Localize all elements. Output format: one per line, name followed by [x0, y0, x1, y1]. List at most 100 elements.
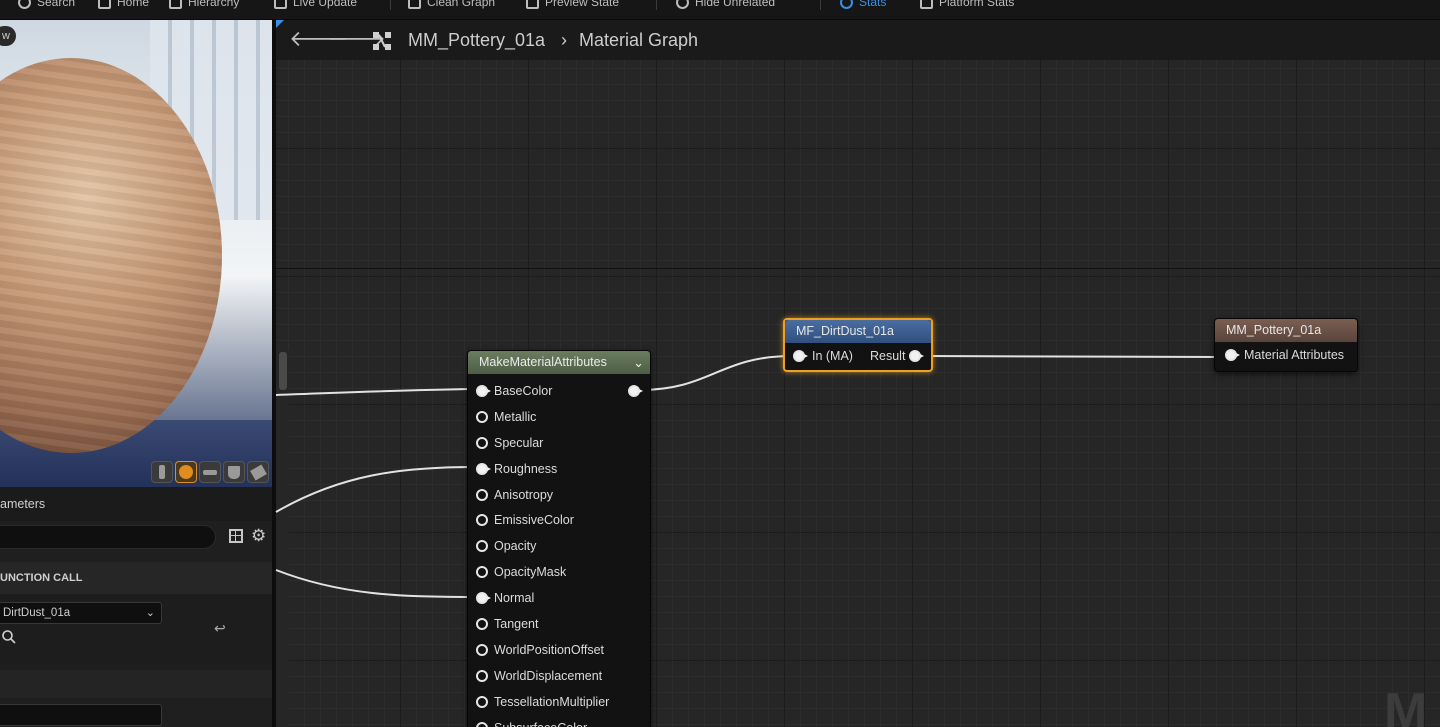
- cylinder-shape-button[interactable]: [151, 461, 173, 483]
- make-material-attributes-node[interactable]: MakeMaterialAttributes ⌄ BaseColor Metal…: [467, 350, 651, 727]
- input-pin-label: In (MA): [812, 349, 853, 363]
- pin-metallic[interactable]: Metallic: [468, 404, 650, 430]
- input-pin-icon[interactable]: [476, 592, 491, 605]
- toolbar-clean-graph-button[interactable]: Clean Graph: [408, 0, 495, 10]
- pin-opacity[interactable]: Opacity: [468, 533, 650, 559]
- pin-label: TessellationMultiplier: [494, 694, 610, 709]
- parameters-search-input[interactable]: [0, 525, 216, 549]
- breadcrumb-graph[interactable]: Material Graph: [579, 29, 698, 51]
- toolbar-platform-stats-button[interactable]: Platform Stats: [920, 0, 1014, 10]
- scrollbar-thumb[interactable]: [279, 352, 287, 390]
- input-pin-icon[interactable]: [476, 721, 488, 727]
- dirt-dust-function-node[interactable]: MF_DirtDust_01a In (MA) Result: [783, 318, 933, 372]
- pin-tessellationmultiplier[interactable]: TessellationMultiplier: [468, 689, 650, 715]
- node-header[interactable]: MF_DirtDust_01a: [785, 320, 931, 343]
- chevron-down-icon: ⌄: [145, 607, 155, 619]
- pin-worlddisplacement[interactable]: WorldDisplacement: [468, 663, 650, 689]
- pin-label: SubsurfaceColor: [494, 715, 587, 727]
- chevron-down-icon[interactable]: ⌄: [633, 351, 644, 374]
- stats-icon: [840, 0, 853, 9]
- pin-worldpositionoffset[interactable]: WorldPositionOffset: [468, 637, 650, 663]
- pin-roughness[interactable]: Roughness: [468, 456, 650, 482]
- breadcrumb-asset[interactable]: MM_Pottery_01a: [408, 29, 545, 51]
- input-pin-icon[interactable]: [476, 669, 488, 682]
- input-pin-icon[interactable]: [476, 618, 488, 631]
- input-pin-label: Material Attributes: [1244, 348, 1345, 362]
- pin-specular[interactable]: Specular: [468, 430, 650, 456]
- pin-label: Roughness: [494, 461, 558, 476]
- teapot-icon: [249, 463, 267, 481]
- toolbar-label: Hierarchy: [188, 0, 240, 9]
- material-output-node[interactable]: MM_Pottery_01a Material Attributes: [1214, 318, 1358, 372]
- toolbar-label: Clean Graph: [427, 0, 496, 9]
- toolbar-label: Search: [37, 0, 76, 9]
- toolbar-hierarchy-button[interactable]: Hierarchy: [169, 0, 239, 10]
- table-view-icon[interactable]: [229, 529, 243, 543]
- input-pin-icon[interactable]: [476, 385, 491, 397]
- node-header[interactable]: MM_Pottery_01a: [1215, 319, 1357, 342]
- platform-stats-icon: [920, 0, 933, 9]
- property-input[interactable]: [0, 704, 162, 726]
- input-pin-icon[interactable]: [793, 350, 808, 362]
- input-pin-icon[interactable]: [476, 643, 488, 656]
- graph-scrollbar[interactable]: [277, 350, 289, 727]
- pin-anisotropy[interactable]: Anisotropy: [468, 482, 650, 508]
- parameters-tab[interactable]: ameters: [0, 487, 272, 521]
- hide-unrelated-icon: [676, 0, 689, 9]
- pin-label: WorldPositionOffset: [494, 642, 605, 657]
- material-graph-canvas[interactable]: [276, 20, 1440, 727]
- cube-shape-button[interactable]: [223, 461, 245, 483]
- input-pin-icon[interactable]: [476, 514, 488, 527]
- toolbar-home-button[interactable]: Home: [98, 0, 149, 10]
- output-pin-icon[interactable]: [628, 385, 643, 397]
- toolbar-preview-state-button[interactable]: Preview State: [526, 0, 619, 10]
- pin-label: Opacity: [494, 539, 537, 554]
- reset-arrow-icon[interactable]: ↩: [214, 620, 226, 637]
- input-pin-icon[interactable]: [476, 540, 488, 553]
- plane-icon: [203, 469, 217, 475]
- pin-normal[interactable]: Normal: [468, 585, 650, 611]
- search-icon: [18, 0, 31, 9]
- toolbar-search-button[interactable]: Search: [18, 0, 75, 10]
- breadcrumb-chevron-icon: ›: [561, 30, 567, 50]
- settings-gear-icon[interactable]: ⚙: [251, 526, 266, 546]
- input-pin-icon[interactable]: [476, 410, 488, 423]
- preview-state-icon: [526, 0, 539, 9]
- viewport-tab[interactable]: w: [0, 26, 16, 46]
- input-pin-icon[interactable]: [476, 436, 488, 449]
- pin-tangent[interactable]: Tangent: [468, 611, 650, 637]
- output-pin-icon[interactable]: [909, 350, 924, 362]
- node-header[interactable]: MakeMaterialAttributes ⌄: [468, 351, 650, 374]
- toolbar-label: Platform Stats: [939, 0, 1015, 9]
- toolbar-hide-unrelated-button[interactable]: Hide Unrelated: [676, 0, 775, 10]
- pin-label: WorldDisplacement: [494, 668, 603, 683]
- toolbar-stats-button[interactable]: Stats: [840, 0, 886, 10]
- sphere-shape-button[interactable]: [175, 461, 197, 483]
- plane-shape-button[interactable]: [199, 461, 221, 483]
- function-call-section-header[interactable]: UNCTION CALL: [0, 562, 272, 594]
- browse-search-icon[interactable]: [2, 630, 16, 644]
- pin-emissivecolor[interactable]: EmissiveColor: [468, 507, 650, 533]
- sphere-icon: [179, 465, 193, 479]
- pin-label: Metallic: [494, 409, 537, 424]
- graph-hierarchy-icon: [373, 32, 391, 50]
- input-pin-icon[interactable]: [476, 462, 491, 475]
- custom-mesh-shape-button[interactable]: [247, 461, 269, 483]
- pin-subsurfacecolor[interactable]: SubsurfaceColor: [468, 715, 650, 727]
- clean-graph-icon: [408, 0, 421, 9]
- toolbar-divider: [820, 0, 821, 10]
- material-function-dropdown[interactable]: DirtDust_01a ⌄: [0, 602, 162, 624]
- pin-opacitymask[interactable]: OpacityMask: [468, 559, 650, 585]
- pin-label: OpacityMask: [494, 565, 567, 580]
- pin-label: Anisotropy: [494, 487, 554, 502]
- toolbar-live-update-button[interactable]: Live Update: [274, 0, 357, 10]
- preview-shape-toolbar: [151, 461, 269, 483]
- material-preview-viewport[interactable]: w: [0, 20, 272, 487]
- input-pin-icon[interactable]: [476, 566, 488, 579]
- pin-basecolor[interactable]: BaseColor: [468, 378, 650, 404]
- input-pin-icon[interactable]: [476, 488, 488, 501]
- live-update-icon: [274, 0, 287, 9]
- input-pin-icon[interactable]: [1225, 349, 1240, 361]
- input-pin-icon[interactable]: [476, 695, 488, 708]
- toolbar-label: Stats: [859, 0, 887, 9]
